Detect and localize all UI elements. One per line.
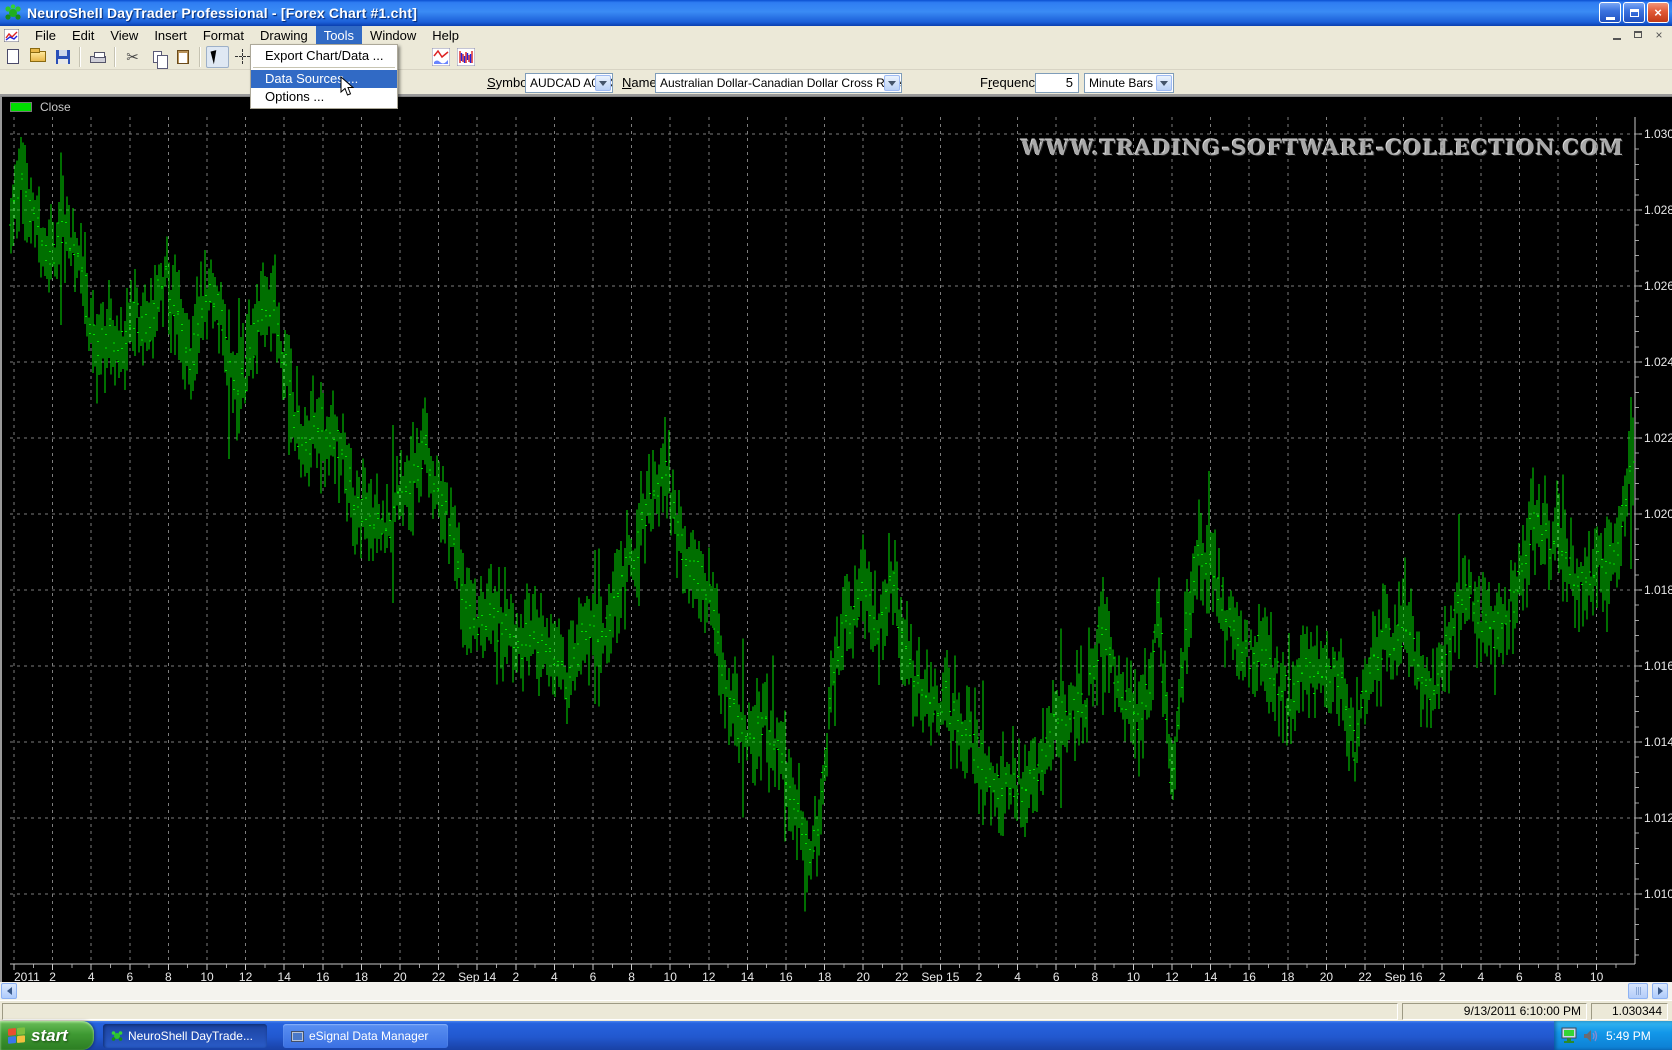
print-icon[interactable] <box>86 46 109 68</box>
restore-button[interactable] <box>1623 2 1645 23</box>
application-window: NeuroShell DayTrader Professional - [For… <box>0 0 1672 1050</box>
menu-file[interactable]: File <box>27 26 64 44</box>
paste-icon[interactable] <box>171 46 194 68</box>
task-label: eSignal Data Manager <box>309 1029 428 1043</box>
price-bar-ticks <box>9 174 1635 863</box>
window-title: NeuroShell DayTrader Professional - [For… <box>27 5 417 21</box>
chart-line-icon[interactable] <box>429 46 452 68</box>
y-axis-label: 1.016 <box>1644 659 1672 673</box>
title-bar: NeuroShell DayTrader Professional - [For… <box>0 0 1672 26</box>
price-bars <box>11 137 1633 912</box>
task-button-neuroshell[interactable]: NeuroShell DayTrade... <box>103 1024 267 1048</box>
mdi-restore-icon[interactable] <box>1631 29 1645 42</box>
menu-item-options[interactable]: Options ... <box>251 88 397 106</box>
taskbar: start NeuroShell DayTrade... eSignal Dat… <box>0 1021 1672 1050</box>
y-axis-label: 1.022 <box>1644 431 1672 445</box>
status-datetime: 9/13/2011 6:10:00 PM <box>1402 1003 1587 1020</box>
open-folder-icon[interactable] <box>26 46 49 68</box>
start-label: start <box>31 1026 68 1046</box>
save-icon[interactable] <box>51 46 74 68</box>
network-tray-icon[interactable] <box>1560 1027 1580 1045</box>
mdi-minimize-icon[interactable] <box>1610 29 1624 42</box>
menu-format[interactable]: Format <box>195 26 252 44</box>
menu-separator <box>253 67 395 68</box>
esignal-task-icon <box>291 1031 304 1042</box>
y-axis-label: 1.030 <box>1644 127 1672 141</box>
chart-bars-icon[interactable] <box>454 46 477 68</box>
bar-type-value: Minute Bars <box>1089 76 1153 90</box>
menu-help[interactable]: Help <box>424 26 467 44</box>
scroll-right-icon[interactable] <box>1652 983 1668 999</box>
y-axis-label: 1.020 <box>1644 507 1672 521</box>
mouse-cursor <box>340 76 355 97</box>
y-axis-label: 1.018 <box>1644 583 1672 597</box>
menu-item-data-sources[interactable]: Data Sources ... <box>251 70 397 88</box>
frequency-input[interactable]: 5 <box>1035 73 1079 93</box>
windows-flag-icon <box>8 1027 26 1045</box>
menu-edit[interactable]: Edit <box>64 26 102 44</box>
y-axis-label: 1.010 <box>1644 887 1672 901</box>
minimize-button[interactable] <box>1599 2 1621 23</box>
y-axis-label: 1.028 <box>1644 203 1672 217</box>
cut-icon[interactable]: ✂ <box>121 46 144 68</box>
symbol-dropdown[interactable]: AUDCAD A0-FX <box>525 73 613 93</box>
horizontal-scrollbar[interactable] <box>0 982 1672 1000</box>
name-label: Name <box>622 75 657 90</box>
y-axis-label: 1.026 <box>1644 279 1672 293</box>
status-message-panel <box>2 1003 1398 1020</box>
scrollbar-thumb[interactable] <box>1628 983 1648 999</box>
tools-menu-popup: Export Chart/Data ... Data Sources ... O… <box>250 44 398 109</box>
name-value: Australian Dollar-Canadian Dollar Cross … <box>660 76 901 90</box>
status-price: 1.030344 <box>1591 1003 1668 1020</box>
menu-drawing[interactable]: Drawing <box>252 26 316 44</box>
price-chart[interactable]: 1.030 1.028 1.026 1.024 1.022 1.020 1.018 1.016… <box>2 97 1672 983</box>
dropdown-arrow-icon[interactable] <box>884 75 900 91</box>
task-button-esignal[interactable]: eSignal Data Manager <box>283 1024 448 1048</box>
scroll-left-icon[interactable] <box>1 983 17 999</box>
menu-window[interactable]: Window <box>362 26 424 44</box>
menu-bar: FileEditViewInsertFormatDrawingToolsWind… <box>0 26 1672 44</box>
dropdown-arrow-icon[interactable] <box>595 75 611 91</box>
menu-view[interactable]: View <box>102 26 146 44</box>
copy-icon[interactable] <box>146 46 169 68</box>
menu-insert[interactable]: Insert <box>146 26 195 44</box>
menu-items: FileEditViewInsertFormatDrawingToolsWind… <box>27 26 467 44</box>
menu-item-export-chart-data[interactable]: Export Chart/Data ... <box>251 47 397 65</box>
neuroshell-task-icon <box>111 1030 123 1042</box>
dropdown-arrow-icon[interactable] <box>1156 75 1172 91</box>
status-bar: 9/13/2011 6:10:00 PM 1.030344 <box>0 1000 1672 1021</box>
system-tray: 5:49 PM <box>1554 1021 1672 1050</box>
pointer-tool-icon[interactable] <box>206 46 229 68</box>
volume-tray-icon[interactable] <box>1583 1028 1599 1044</box>
bar-type-dropdown[interactable]: Minute Bars <box>1084 73 1174 93</box>
symbol-label: Symbol <box>487 75 530 90</box>
y-axis-label: 1.012 <box>1644 811 1672 825</box>
y-axis-label: 1.024 <box>1644 355 1672 369</box>
tray-clock: 5:49 PM <box>1606 1029 1651 1043</box>
neuroshell-app-icon <box>4 4 22 22</box>
frequency-label: Frequency <box>980 75 1041 90</box>
menu-tools[interactable]: Tools <box>316 26 362 44</box>
mdi-close-icon[interactable]: × <box>1652 29 1666 42</box>
start-button[interactable]: start <box>0 1021 94 1050</box>
y-axis-label: 1.014 <box>1644 735 1672 749</box>
new-document-icon[interactable] <box>1 46 24 68</box>
name-dropdown[interactable]: Australian Dollar-Canadian Dollar Cross … <box>655 73 902 93</box>
close-button[interactable]: × <box>1647 2 1669 23</box>
chart-area: Close WWW.TRADING-SOFTWARE-COLLECTION.CO… <box>0 96 1672 982</box>
task-label: NeuroShell DayTrade... <box>128 1029 253 1043</box>
document-chart-icon <box>4 29 19 42</box>
